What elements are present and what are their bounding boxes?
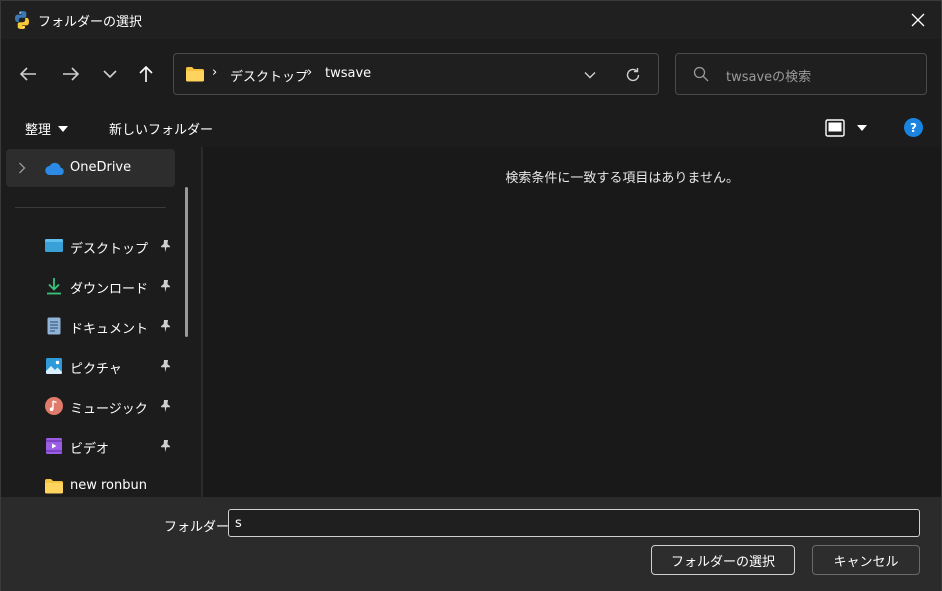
arrow-up-icon	[139, 65, 153, 82]
breadcrumb-twsave[interactable]: twsave	[325, 66, 371, 81]
sidebar-item-documents[interactable]: ドキュメント	[1, 307, 181, 345]
sidebar-item-label: ドキュメント	[70, 322, 149, 337]
close-button[interactable]	[895, 1, 941, 39]
sidebar-scrollbar[interactable]	[185, 187, 188, 337]
search-icon	[693, 66, 709, 82]
refresh-icon	[626, 68, 640, 82]
folder-name-input[interactable]	[228, 509, 920, 537]
desktop-icon	[45, 239, 63, 252]
new-folder-button[interactable]: 新しいフォルダー	[109, 119, 213, 138]
back-button[interactable]	[13, 61, 43, 87]
command-bar: 整理 新しいフォルダー ?	[1, 109, 941, 147]
breadcrumb-chevron-icon: ›	[212, 65, 218, 80]
sidebar-item-label: ピクチャ	[70, 362, 122, 377]
up-button[interactable]	[131, 61, 161, 87]
sidebar-item-videos[interactable]: ビデオ	[1, 427, 181, 465]
pin-icon[interactable]	[159, 359, 172, 373]
chevron-down-icon	[103, 70, 117, 79]
address-dropdown-button[interactable]	[580, 66, 600, 84]
organize-button[interactable]: 整理	[25, 119, 69, 138]
python-app-icon	[15, 11, 29, 29]
select-folder-button[interactable]: フォルダーの選択	[651, 545, 795, 575]
breadcrumb-chevron-icon: ›	[307, 65, 313, 80]
pictures-icon	[46, 358, 62, 374]
sidebar-item-label: デスクトップ	[70, 242, 149, 257]
sidebar-item-downloads[interactable]: ダウンロード	[1, 267, 181, 305]
dialog-footer: フォルダー: フォルダーの選択 キャンセル	[1, 497, 941, 591]
sidebar-item-label: ダウンロード	[70, 282, 149, 297]
sidebar-item-label: new ronbun	[70, 478, 147, 493]
sidebar-divider	[15, 207, 166, 208]
search-placeholder: twsaveの検索	[726, 70, 812, 85]
title-bar: フォルダーの選択	[1, 1, 941, 39]
sidebar-item-label: ビデオ	[70, 442, 110, 457]
sidebar-item-label: ミュージック	[70, 402, 148, 417]
navigation-bar: › デスクトップ › twsave twsaveの検索	[1, 39, 941, 109]
recent-locations-button[interactable]	[95, 61, 125, 87]
window-title: フォルダーの選択	[38, 15, 143, 30]
sidebar-item-onedrive[interactable]: OneDrive	[6, 149, 175, 187]
sidebar-item-label: OneDrive	[70, 160, 132, 175]
sidebar-item-music[interactable]: ミュージック	[1, 387, 181, 425]
document-icon	[47, 317, 61, 335]
music-icon	[45, 397, 63, 415]
chevron-down-icon	[584, 72, 596, 79]
arrow-right-icon	[63, 67, 80, 81]
folder-icon	[45, 479, 63, 494]
view-pane-icon	[825, 119, 845, 137]
folder-field-label: フォルダー:	[164, 520, 234, 535]
chevron-right-icon	[19, 162, 26, 174]
pin-icon[interactable]	[159, 279, 172, 293]
breadcrumb-desktop[interactable]: デスクトップ	[230, 66, 308, 85]
new-folder-label: 新しいフォルダー	[109, 123, 214, 138]
pin-icon[interactable]	[159, 439, 172, 453]
refresh-button[interactable]	[623, 65, 643, 85]
pin-icon[interactable]	[159, 319, 172, 333]
cancel-button[interactable]: キャンセル	[812, 545, 920, 575]
forward-button[interactable]	[56, 61, 86, 87]
help-button[interactable]: ?	[904, 118, 923, 137]
folder-picker-dialog: フォルダーの選択 › デスクトップ › twsave twsaveの検索 整理 …	[0, 0, 942, 591]
view-options-button[interactable]	[825, 119, 867, 137]
address-bar[interactable]: › デスクトップ › twsave	[173, 53, 659, 95]
sidebar-item-pictures[interactable]: ピクチャ	[1, 347, 181, 385]
organize-label: 整理	[25, 123, 52, 138]
video-icon	[46, 438, 62, 454]
close-icon	[911, 13, 925, 27]
folder-icon	[186, 67, 204, 82]
navigation-pane: OneDrive デスクトップ ダウンロード ドキュメント ピクチャ ミュージッ…	[1, 147, 201, 497]
caret-down-icon	[857, 125, 867, 131]
onedrive-cloud-icon	[45, 162, 64, 176]
help-icon: ?	[910, 120, 917, 135]
pin-icon[interactable]	[159, 239, 172, 253]
search-box[interactable]: twsaveの検索	[675, 53, 927, 95]
caret-down-icon	[58, 125, 69, 132]
sidebar-item-new-ronbun[interactable]: new ronbun	[1, 467, 181, 497]
sidebar-item-desktop[interactable]: デスクトップ	[1, 227, 181, 265]
pin-icon[interactable]	[159, 399, 172, 413]
empty-state-message: 検索条件に一致する項目はありません。	[505, 171, 739, 186]
arrow-left-icon	[19, 67, 36, 81]
file-list-pane[interactable]: 検索条件に一致する項目はありません。	[203, 147, 941, 497]
download-icon	[47, 278, 61, 295]
